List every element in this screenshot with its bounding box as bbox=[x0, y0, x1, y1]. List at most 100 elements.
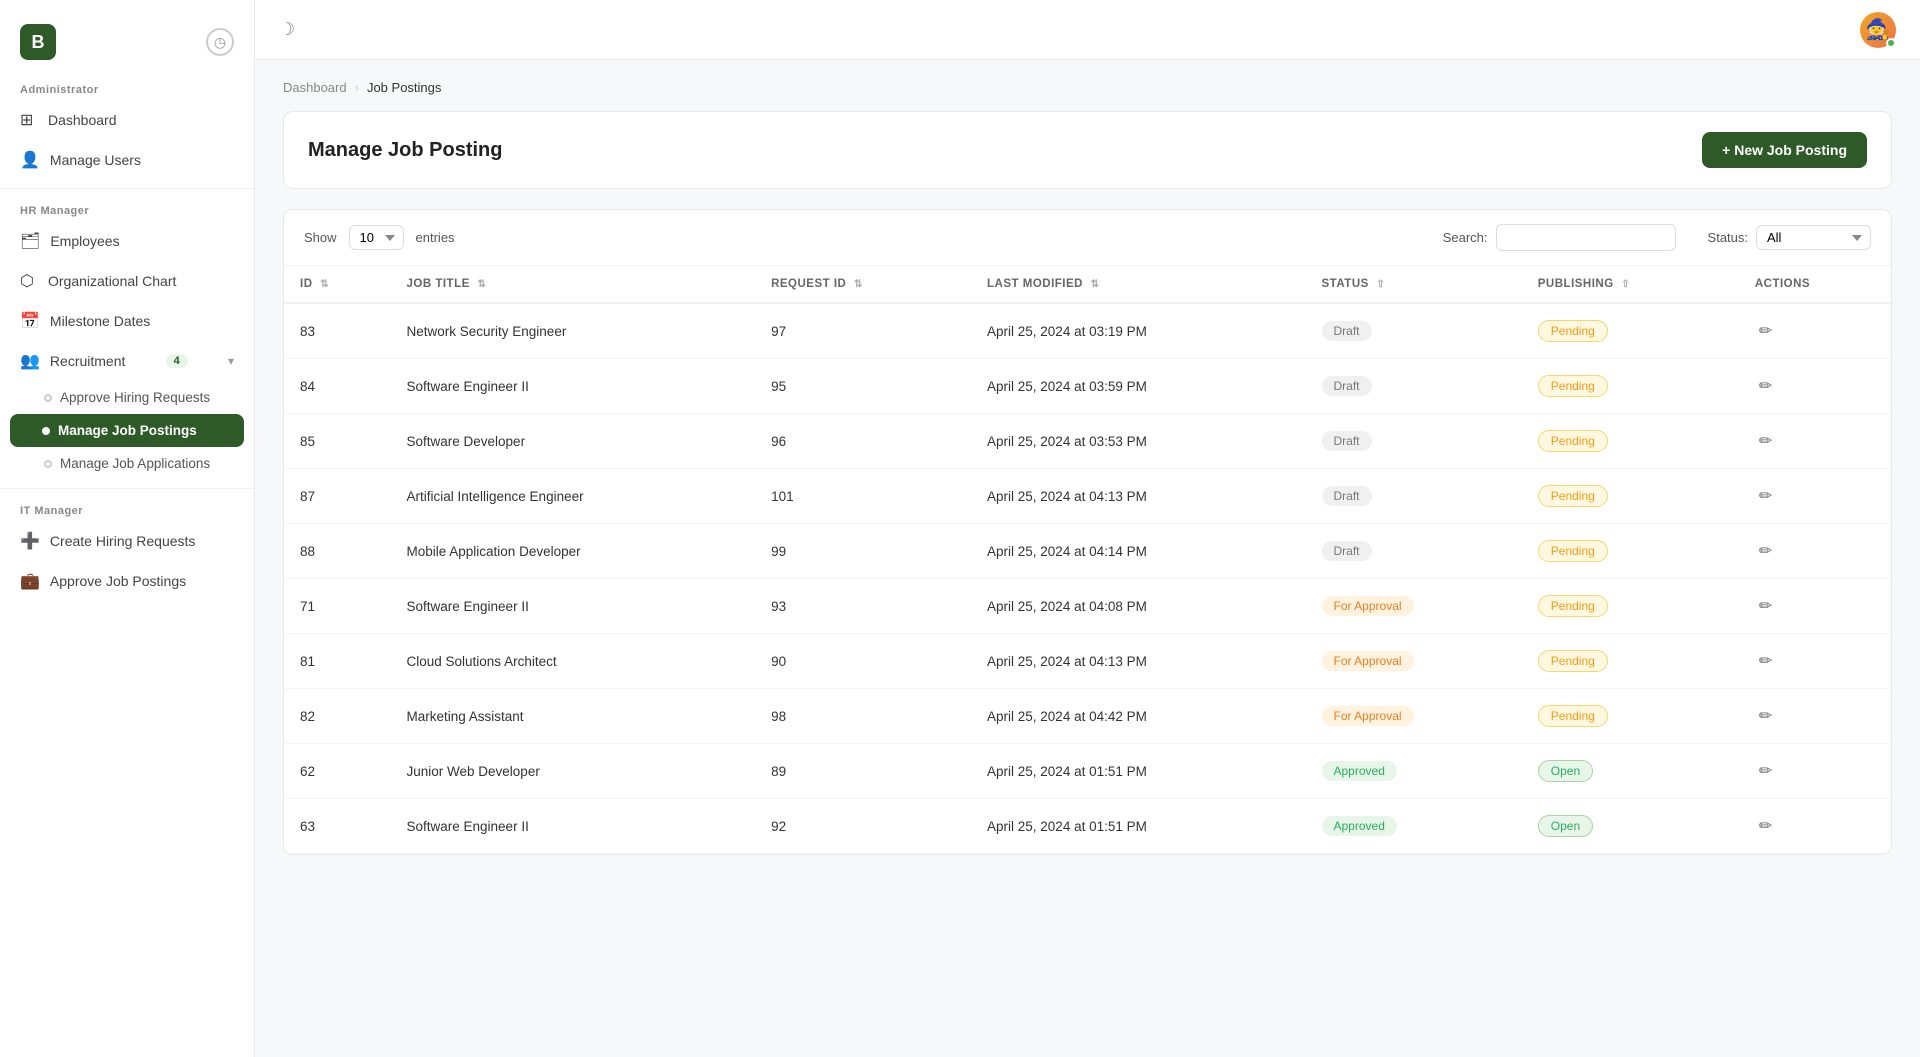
sidebar-item-manage-users[interactable]: 👤 Manage Users bbox=[0, 140, 254, 180]
page-header: Manage Job Posting + New Job Posting bbox=[283, 111, 1892, 189]
cell-status: For Approval bbox=[1306, 579, 1522, 634]
dashboard-label: Dashboard bbox=[48, 112, 117, 128]
sidebar-item-dashboard[interactable]: ⊞ Dashboard bbox=[0, 100, 254, 140]
table-row: 84 Software Engineer II 95 April 25, 202… bbox=[284, 359, 1891, 414]
edit-button[interactable]: ✏ bbox=[1755, 482, 1776, 510]
sidebar-item-approve-hiring[interactable]: Approve Hiring Requests bbox=[0, 381, 254, 414]
sidebar-item-recruitment[interactable]: 👥 Recruitment 4 ▾ bbox=[0, 341, 254, 381]
divider-1 bbox=[0, 188, 254, 189]
edit-button[interactable]: ✏ bbox=[1755, 812, 1776, 840]
sub-dot-active-icon bbox=[42, 427, 50, 435]
table-body: 83 Network Security Engineer 97 April 25… bbox=[284, 303, 1891, 854]
cell-request-id: 97 bbox=[755, 303, 971, 359]
publishing-badge: Pending bbox=[1538, 430, 1608, 452]
sidebar-item-approve-job[interactable]: 💼 Approve Job Postings bbox=[0, 561, 254, 601]
users-icon: 👤 bbox=[20, 150, 40, 170]
cell-job-title: Cloud Solutions Architect bbox=[391, 634, 756, 689]
recruitment-label: Recruitment bbox=[50, 353, 125, 369]
content-area: Dashboard › Job Postings Manage Job Post… bbox=[255, 60, 1920, 1057]
cell-last-modified: April 25, 2024 at 04:14 PM bbox=[971, 524, 1305, 579]
cell-status: Draft bbox=[1306, 414, 1522, 469]
sidebar-header: B ◷ bbox=[0, 16, 254, 76]
cell-status: Draft bbox=[1306, 469, 1522, 524]
sidebar-item-org-chart[interactable]: ⬡ Organizational Chart bbox=[0, 261, 254, 301]
cell-publishing: Pending bbox=[1522, 634, 1739, 689]
status-badge: Draft bbox=[1322, 431, 1372, 451]
col-request-id[interactable]: REQUEST ID ⇅ bbox=[755, 266, 971, 303]
cell-job-title: Marketing Assistant bbox=[391, 689, 756, 744]
table-row: 62 Junior Web Developer 89 April 25, 202… bbox=[284, 744, 1891, 799]
edit-button[interactable]: ✏ bbox=[1755, 592, 1776, 620]
sidebar-item-manage-job-apps[interactable]: Manage Job Applications bbox=[0, 447, 254, 480]
theme-toggle-icon[interactable]: ☽ bbox=[279, 19, 295, 40]
cell-job-title: Software Developer bbox=[391, 414, 756, 469]
cell-last-modified: April 25, 2024 at 04:13 PM bbox=[971, 469, 1305, 524]
cell-status: Approved bbox=[1306, 744, 1522, 799]
cell-id: 85 bbox=[284, 414, 391, 469]
edit-button[interactable]: ✏ bbox=[1755, 317, 1776, 345]
cell-last-modified: April 25, 2024 at 04:08 PM bbox=[971, 579, 1305, 634]
cell-id: 83 bbox=[284, 303, 391, 359]
sidebar-item-employees[interactable]: 🗂 Employees bbox=[0, 221, 254, 261]
show-label: Show bbox=[304, 230, 337, 245]
search-group: Search: bbox=[1443, 224, 1676, 251]
sidebar-item-milestone[interactable]: 📅 Milestone Dates bbox=[0, 301, 254, 341]
publishing-badge: Pending bbox=[1538, 650, 1608, 672]
main-content: ☽ 🧙 Dashboard › Job Postings Manage Job … bbox=[255, 0, 1920, 1057]
cell-request-id: 89 bbox=[755, 744, 971, 799]
sort-id-icon: ⇅ bbox=[320, 279, 329, 290]
clock-icon[interactable]: ◷ bbox=[206, 28, 234, 56]
cell-actions: ✏ bbox=[1739, 303, 1891, 359]
status-badge: Draft bbox=[1322, 376, 1372, 396]
sidebar-item-create-hiring[interactable]: ➕ Create Hiring Requests bbox=[0, 521, 254, 561]
new-job-posting-button[interactable]: + New Job Posting bbox=[1702, 132, 1867, 168]
cell-id: 71 bbox=[284, 579, 391, 634]
search-input[interactable] bbox=[1496, 224, 1676, 251]
status-badge: Draft bbox=[1322, 321, 1372, 341]
status-group: Status: All Draft For Approval Approved bbox=[1708, 225, 1871, 250]
create-hiring-label: Create Hiring Requests bbox=[50, 533, 196, 549]
cell-id: 84 bbox=[284, 359, 391, 414]
publishing-badge: Open bbox=[1538, 760, 1593, 782]
divider-2 bbox=[0, 488, 254, 489]
milestone-icon: 📅 bbox=[20, 311, 40, 331]
col-last-modified[interactable]: LAST MODIFIED ⇅ bbox=[971, 266, 1305, 303]
table-row: 81 Cloud Solutions Architect 90 April 25… bbox=[284, 634, 1891, 689]
manage-job-apps-label: Manage Job Applications bbox=[60, 456, 210, 471]
table-row: 71 Software Engineer II 93 April 25, 202… bbox=[284, 579, 1891, 634]
cell-request-id: 95 bbox=[755, 359, 971, 414]
col-publishing[interactable]: PUBLISHING ⇧ bbox=[1522, 266, 1739, 303]
cell-job-title: Software Engineer II bbox=[391, 799, 756, 854]
avatar-online-dot bbox=[1886, 38, 1896, 48]
avatar[interactable]: 🧙 bbox=[1860, 12, 1896, 48]
edit-button[interactable]: ✏ bbox=[1755, 647, 1776, 675]
sidebar-item-manage-job-postings[interactable]: Manage Job Postings bbox=[10, 414, 244, 447]
cell-status: Draft bbox=[1306, 359, 1522, 414]
breadcrumb-current: Job Postings bbox=[367, 80, 441, 95]
sort-title-icon: ⇅ bbox=[477, 279, 486, 290]
publishing-badge: Open bbox=[1538, 815, 1593, 837]
edit-button[interactable]: ✏ bbox=[1755, 537, 1776, 565]
col-status[interactable]: STATUS ⇧ bbox=[1306, 266, 1522, 303]
sidebar: B ◷ Administrator ⊞ Dashboard 👤 Manage U… bbox=[0, 0, 255, 1057]
col-job-title[interactable]: JOB TITLE ⇅ bbox=[391, 266, 756, 303]
org-chart-icon: ⬡ bbox=[20, 271, 38, 291]
cell-job-title: Junior Web Developer bbox=[391, 744, 756, 799]
cell-id: 87 bbox=[284, 469, 391, 524]
status-filter-select[interactable]: All Draft For Approval Approved bbox=[1756, 225, 1871, 250]
status-filter-label: Status: bbox=[1708, 230, 1748, 245]
publishing-badge: Pending bbox=[1538, 320, 1608, 342]
edit-button[interactable]: ✏ bbox=[1755, 757, 1776, 785]
cell-publishing: Pending bbox=[1522, 414, 1739, 469]
col-id[interactable]: ID ⇅ bbox=[284, 266, 391, 303]
manage-job-postings-label: Manage Job Postings bbox=[58, 423, 197, 438]
cell-actions: ✏ bbox=[1739, 744, 1891, 799]
cell-request-id: 92 bbox=[755, 799, 971, 854]
breadcrumb-home[interactable]: Dashboard bbox=[283, 80, 347, 95]
edit-button[interactable]: ✏ bbox=[1755, 427, 1776, 455]
edit-button[interactable]: ✏ bbox=[1755, 372, 1776, 400]
cell-last-modified: April 25, 2024 at 03:19 PM bbox=[971, 303, 1305, 359]
edit-button[interactable]: ✏ bbox=[1755, 702, 1776, 730]
cell-request-id: 96 bbox=[755, 414, 971, 469]
entries-select[interactable]: 10 25 50 bbox=[349, 225, 404, 250]
